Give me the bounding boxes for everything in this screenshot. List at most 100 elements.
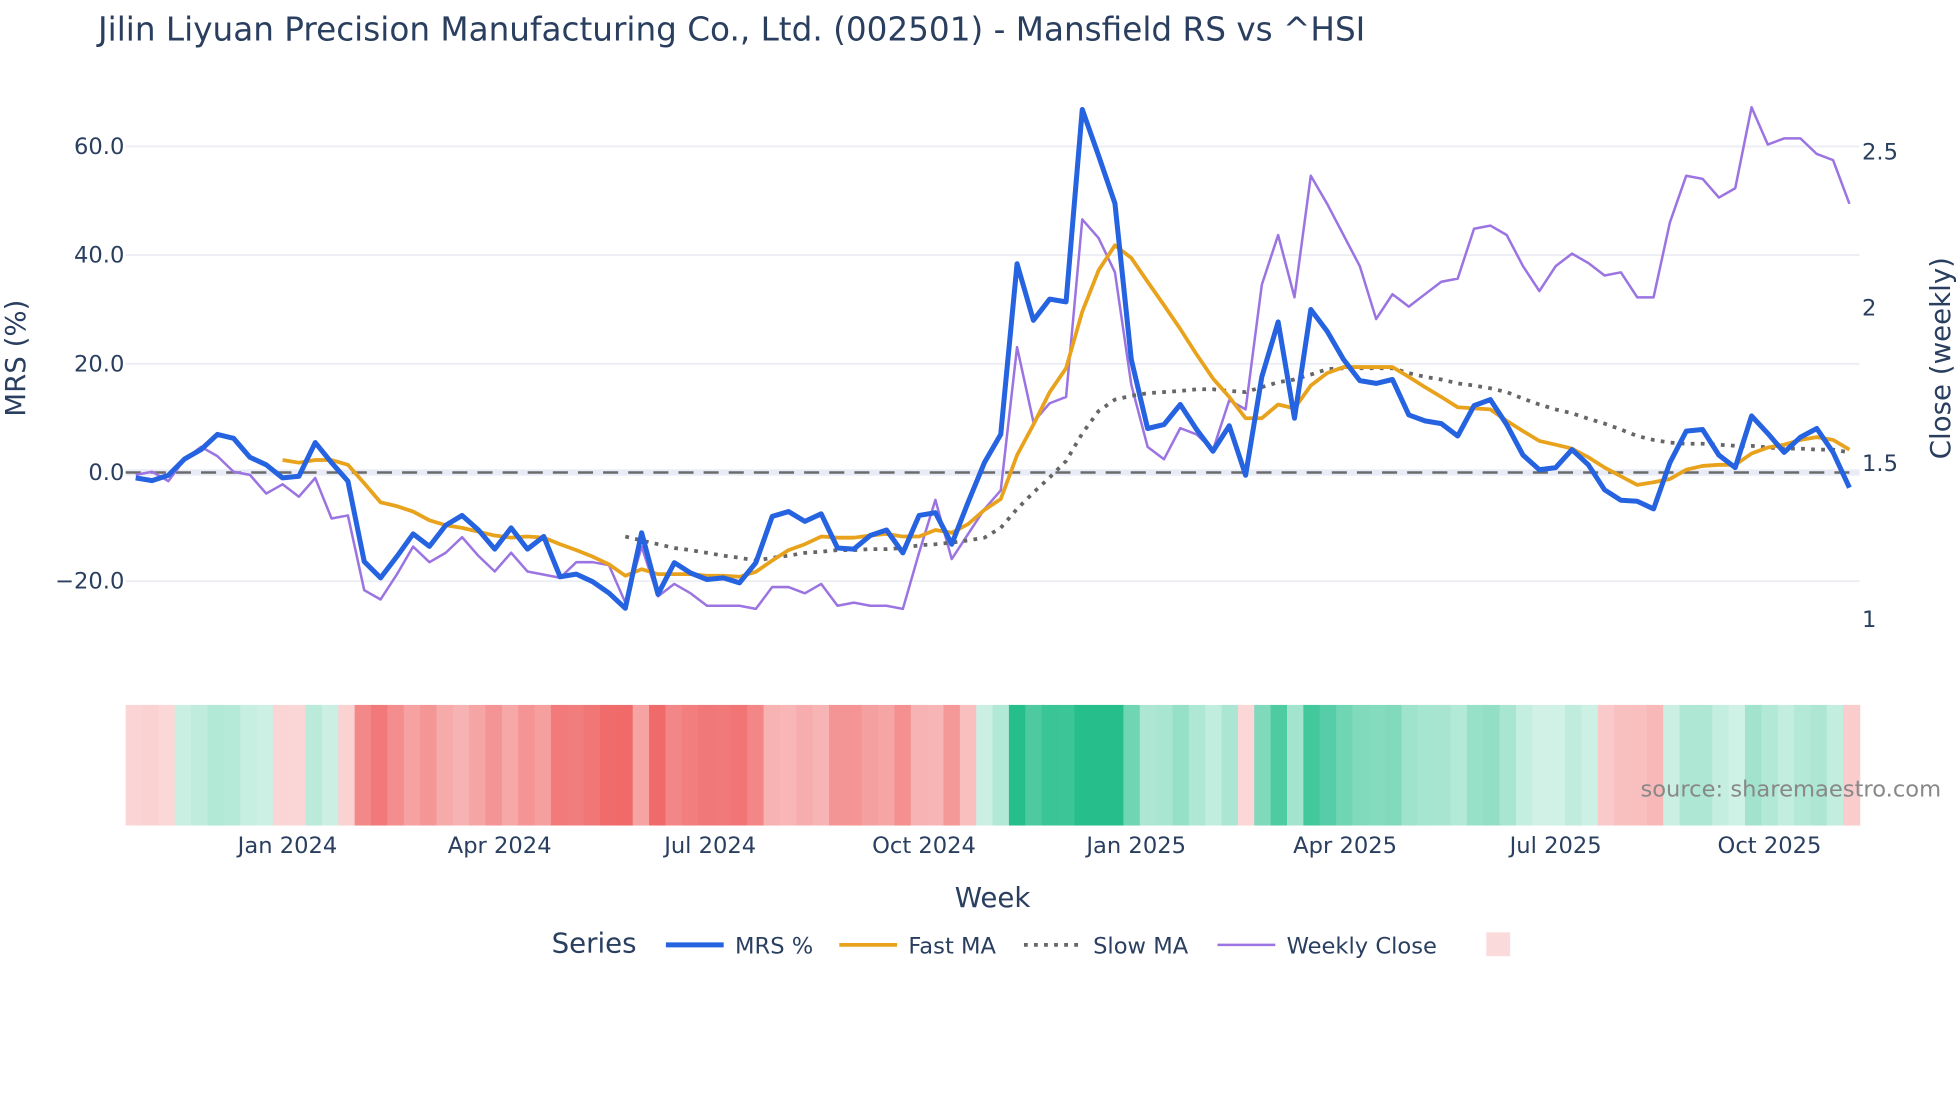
heatmap-cell: [1630, 704, 1648, 826]
heatmap-cell: [452, 704, 470, 826]
legend-item-slow-ma[interactable]: Slow MA: [1093, 934, 1189, 960]
x-tick-label: Jan 2025: [1084, 833, 1186, 859]
heatmap-cell: [796, 704, 814, 826]
mrs-chart: Jilin Liyuan Precision Manufacturing Co.…: [0, 10, 1957, 960]
legend-title: Series: [552, 926, 637, 959]
y-tick-label: 0.0: [88, 460, 124, 486]
heatmap-cell: [1466, 704, 1485, 826]
heatmap-cell: [681, 704, 699, 826]
heatmap-cell: [812, 704, 830, 826]
x-tick-label: Jul 2025: [1508, 833, 1602, 859]
heatmap-cell: [1401, 704, 1419, 826]
heatmap-cell: [567, 704, 585, 826]
heatmap-cell: [1008, 704, 1027, 826]
heatmap-cell: [1434, 704, 1452, 826]
heatmap-cell: [125, 704, 143, 826]
heatmap-cell: [1221, 704, 1239, 826]
heatmap-cell: [1663, 704, 1681, 826]
heatmap-cell: [894, 704, 912, 826]
x-tick-label: Apr 2024: [448, 833, 552, 859]
heatmap-cell: [1728, 704, 1746, 826]
heatmap-cell: [1025, 704, 1043, 826]
y2-tick-label: 2.5: [1862, 140, 1898, 166]
heatmap-cell: [1156, 704, 1174, 826]
heatmap-cell: [223, 704, 241, 826]
heatmap-cell: [240, 704, 258, 826]
heatmap-cell: [616, 704, 634, 826]
heatmap-cell: [779, 704, 798, 826]
heatmap-cell: [959, 704, 977, 826]
y-axis-ticks: −20.0 0.0 20.0 40.0 60.0: [55, 134, 124, 595]
heatmap-cell: [1515, 704, 1534, 826]
legend-item-mrs[interactable]: MRS %: [735, 934, 813, 960]
heatmap-cell: [927, 704, 945, 826]
heatmap-cell: [1695, 704, 1714, 826]
heatmap-cell: [518, 704, 536, 826]
heatmap-cell: [370, 704, 389, 826]
heatmap-cell: [1188, 704, 1206, 826]
heatmap-cell: [1139, 704, 1157, 826]
heatmap-cell: [1123, 704, 1141, 826]
y-tick-label: 20.0: [74, 351, 124, 377]
heatmap-cell: [1057, 704, 1076, 826]
heatmap-cell: [1826, 704, 1844, 826]
heatmap-cell: [272, 704, 290, 826]
heatmap-cell: [1761, 704, 1779, 826]
y2-tick-label: 2: [1862, 295, 1876, 321]
heatmap-cell: [698, 704, 716, 826]
heatmap-cell: [1810, 704, 1828, 826]
x-axis-ticks: Jan 2024 Apr 2024 Jul 2024 Oct 2024 Jan 2025…: [236, 833, 1822, 859]
heatmap-cell: [747, 704, 765, 826]
heatmap-cell: [158, 704, 176, 826]
heatmap-cell: [1336, 704, 1354, 826]
heatmap-cell: [338, 704, 356, 826]
source-label: source: sharemaestro.com: [1640, 777, 1941, 803]
heatmap-cell: [1107, 704, 1125, 826]
y-tick-label: 60.0: [74, 134, 124, 160]
x-axis-title: Week: [955, 881, 1031, 914]
heatmap-cell: [1417, 704, 1435, 826]
heatmap-cell: [1744, 704, 1763, 826]
heatmap-cell: [501, 704, 519, 826]
legend: Series MRS % Fast MA Slow MA Weekly Clos…: [552, 926, 1511, 960]
heatmap-cell: [141, 704, 160, 826]
heatmap-cell: [1597, 704, 1615, 826]
heatmap-cell: [354, 704, 372, 826]
heatmap-cell: [828, 704, 847, 826]
heatmap-cell: [1385, 704, 1403, 826]
x-tick-label: Oct 2025: [1718, 833, 1822, 859]
heatmap-cell: [943, 704, 961, 826]
y-tick-label: 40.0: [74, 243, 124, 269]
heatmap-cell: [1368, 704, 1386, 826]
y2-axis-title: Close (weekly): [1924, 257, 1957, 459]
heatmap-cell: [1532, 704, 1550, 826]
legend-item-weekly-close[interactable]: Weekly Close: [1287, 934, 1437, 960]
heatmap-cell: [387, 704, 405, 826]
x-tick-label: Oct 2024: [872, 833, 976, 859]
heatmap-cell: [649, 704, 667, 826]
heatmap-cell: [289, 704, 307, 826]
heatmap-cell: [1581, 704, 1599, 826]
heatmap-cell: [1074, 704, 1092, 826]
heatmap-cell: [1565, 704, 1583, 826]
heatmap-cell: [910, 704, 928, 826]
x-tick-label: Jan 2024: [236, 833, 338, 859]
heatmap-cell: [992, 704, 1010, 826]
heatmap-cell: [1352, 704, 1370, 826]
legend-item-fast-ma[interactable]: Fast MA: [908, 934, 996, 960]
heatmap-cell: [191, 704, 209, 826]
heatmap-cell: [1794, 704, 1812, 826]
heatmap-cell: [861, 704, 879, 826]
heatmap-cell: [469, 704, 487, 826]
heatmap-cell: [763, 704, 781, 826]
heatmap-cell: [1172, 704, 1190, 826]
legend-swatch-heatmap[interactable]: [1486, 932, 1511, 957]
heatmap-cell: [1450, 704, 1468, 826]
heatmap-cell: [1303, 704, 1321, 826]
heatmap-cell: [1614, 704, 1632, 826]
y-tick-label: −20.0: [55, 569, 124, 595]
heatmap-cell: [599, 704, 618, 826]
heatmap-cell: [403, 704, 421, 826]
heatmap-cell: [420, 704, 438, 826]
heatmap-strip: [125, 704, 1861, 826]
